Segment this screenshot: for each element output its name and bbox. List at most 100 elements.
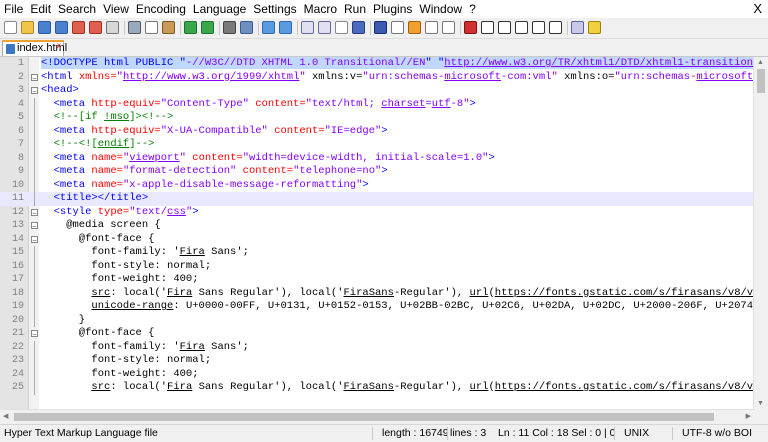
code-line[interactable]: 1 <!DOCTYPE html PUBLIC "-//W3C//DTD XHTM… (0, 57, 754, 71)
status-language: Hyper Text Markup Language file (4, 427, 158, 439)
code-line[interactable]: 11 <title></title> (0, 192, 754, 206)
doc-map-icon[interactable] (408, 21, 421, 34)
code-line[interactable]: 15 font-family: 'Fira Sans'; (0, 246, 754, 260)
code-line[interactable]: 14− @font-face { (0, 233, 754, 247)
code-line[interactable]: 22 font-family: 'Fira Sans'; (0, 340, 754, 354)
copy-icon[interactable] (145, 21, 158, 34)
replace-icon[interactable] (240, 21, 253, 34)
save-all-icon[interactable] (55, 21, 68, 34)
print-icon[interactable] (106, 21, 119, 34)
code-token: <html (41, 70, 79, 83)
vertical-scroll-thumb[interactable] (757, 69, 765, 93)
menu-view[interactable]: View (99, 0, 132, 17)
function-list-icon[interactable] (425, 21, 438, 34)
scroll-down-icon[interactable]: ▼ (757, 400, 764, 407)
play-multiple-macro-icon[interactable] (532, 21, 545, 34)
code-line[interactable]: 21− @font-face { (0, 327, 754, 341)
word-wrap-icon[interactable] (335, 21, 348, 34)
play-macro-icon[interactable] (515, 21, 528, 34)
paste-icon[interactable] (162, 21, 175, 34)
code-text: <meta name="viewport" content="width=dev… (41, 152, 495, 166)
menu-window[interactable]: Window (415, 0, 465, 17)
spell-check-icon[interactable] (571, 21, 584, 34)
horizontal-scroll-thumb[interactable] (14, 413, 714, 421)
code-line[interactable]: 10 <meta name="x-apple-disable-message-r… (0, 178, 754, 192)
fold-line (34, 165, 35, 179)
menu-settings[interactable]: Settings (249, 0, 299, 17)
cut-icon[interactable] (128, 21, 141, 34)
folder-workspace-icon[interactable] (442, 21, 455, 34)
zoom-in-icon[interactable] (262, 21, 275, 34)
fold-toggle-icon[interactable]: − (31, 235, 38, 244)
code-token: @media screen { (41, 219, 161, 231)
line-number: 23 (11, 355, 24, 366)
code-line[interactable]: 9 <meta name="format-detection" content=… (0, 165, 754, 179)
menu-language[interactable]: Language (189, 0, 249, 17)
sync-vertical-icon[interactable] (301, 21, 314, 34)
code-line[interactable]: 4 <meta http-equiv="Content-Type" conten… (0, 97, 754, 111)
code-line[interactable]: 18 src: local('Fira Sans Regular'), loca… (0, 286, 754, 300)
indent-guide-icon[interactable] (374, 21, 387, 34)
code-line[interactable]: 24 font-weight: 400; (0, 367, 754, 381)
zoom-out-icon[interactable] (279, 21, 292, 34)
window-close-button[interactable]: X (753, 1, 762, 16)
fold-line (34, 286, 35, 300)
code-token: content= (192, 151, 243, 164)
stop-macro-icon[interactable] (498, 21, 511, 34)
close-icon[interactable] (72, 21, 85, 34)
scroll-up-icon[interactable]: ▲ (757, 59, 764, 66)
line-number: 1 (17, 58, 24, 69)
menu-run[interactable]: Run (340, 0, 369, 17)
horizontal-scrollbar[interactable]: ◀ ▶ (0, 409, 754, 424)
tab-index-html[interactable]: index.html x (2, 40, 67, 56)
fold-toggle-icon[interactable]: − (31, 222, 38, 231)
save-macro-icon[interactable] (549, 21, 562, 34)
code-line[interactable]: 2− <html xmlns= "http://www.w3.org/1999/xh… (0, 71, 754, 85)
scroll-left-icon[interactable]: ◀ (3, 412, 8, 420)
sync-horizontal-icon[interactable] (318, 21, 331, 34)
undo-icon[interactable] (184, 21, 197, 34)
fold-toggle-icon[interactable]: − (31, 87, 38, 96)
menu-macro[interactable]: Macro (300, 0, 340, 17)
code-line[interactable]: 23 font-style: normal; (0, 354, 754, 368)
code-line[interactable]: 5 <!--[if !mso]><!--> (0, 111, 754, 125)
code-line[interactable]: 8 <meta name="viewport" content="width=d… (0, 151, 754, 166)
code-editor[interactable]: 1 <!DOCTYPE html PUBLIC "-//W3C//DTD XHTM… (0, 57, 768, 409)
close-all-icon[interactable] (89, 21, 102, 34)
save-icon[interactable] (38, 21, 51, 34)
tab-close-icon[interactable]: x (57, 41, 61, 50)
menu-plugins[interactable]: Plugins (369, 0, 415, 17)
code-token: "urn:schemas- (362, 70, 445, 83)
code-line[interactable]: 6 <meta http-equiv="X-UA-Compatible" con… (0, 124, 754, 138)
scroll-right-icon[interactable]: ▶ (746, 412, 751, 420)
open-file-icon[interactable] (21, 21, 34, 34)
code-line[interactable]: 3− <head> (0, 84, 754, 98)
fold-toggle-icon[interactable]: − (31, 330, 38, 339)
menu-edit[interactable]: Edit (26, 0, 54, 17)
record-macro-icon[interactable] (481, 21, 494, 34)
code-line[interactable]: 17 font-weight: 400; (0, 273, 754, 287)
fold-line (34, 138, 35, 152)
code-line[interactable]: 20 } (0, 313, 754, 327)
find-icon[interactable] (223, 21, 236, 34)
plugin-icon[interactable] (588, 21, 601, 34)
menu-help[interactable]: ? (465, 0, 479, 17)
menu-file[interactable]: File (0, 0, 26, 17)
fold-toggle-icon[interactable]: − (31, 73, 38, 82)
code-line[interactable]: 13− @media screen { (0, 219, 754, 233)
code-line[interactable]: 25 src: local('Fira Sans Regular'), loca… (0, 381, 754, 395)
fold-toggle-icon[interactable]: − (31, 208, 38, 217)
code-line[interactable]: 12− <style type="text/css"> (0, 206, 754, 220)
new-file-icon[interactable] (4, 21, 17, 34)
monitoring-icon[interactable] (464, 21, 477, 34)
menu-encoding[interactable]: Encoding (132, 0, 189, 17)
code-line[interactable]: 16 font-style: normal; (0, 259, 754, 273)
show-all-chars-icon[interactable] (352, 21, 365, 34)
user-language-icon[interactable] (391, 21, 404, 34)
fold-line (34, 246, 35, 260)
vertical-scrollbar[interactable]: ▲ ▼ (753, 57, 768, 409)
code-line[interactable]: 19 unicode-range: U+0000-00FF, U+0131, U… (0, 300, 754, 314)
redo-icon[interactable] (201, 21, 214, 34)
menu-search[interactable]: Search (54, 0, 99, 17)
code-line[interactable]: 7 <!--<![endif]--> (0, 138, 754, 152)
